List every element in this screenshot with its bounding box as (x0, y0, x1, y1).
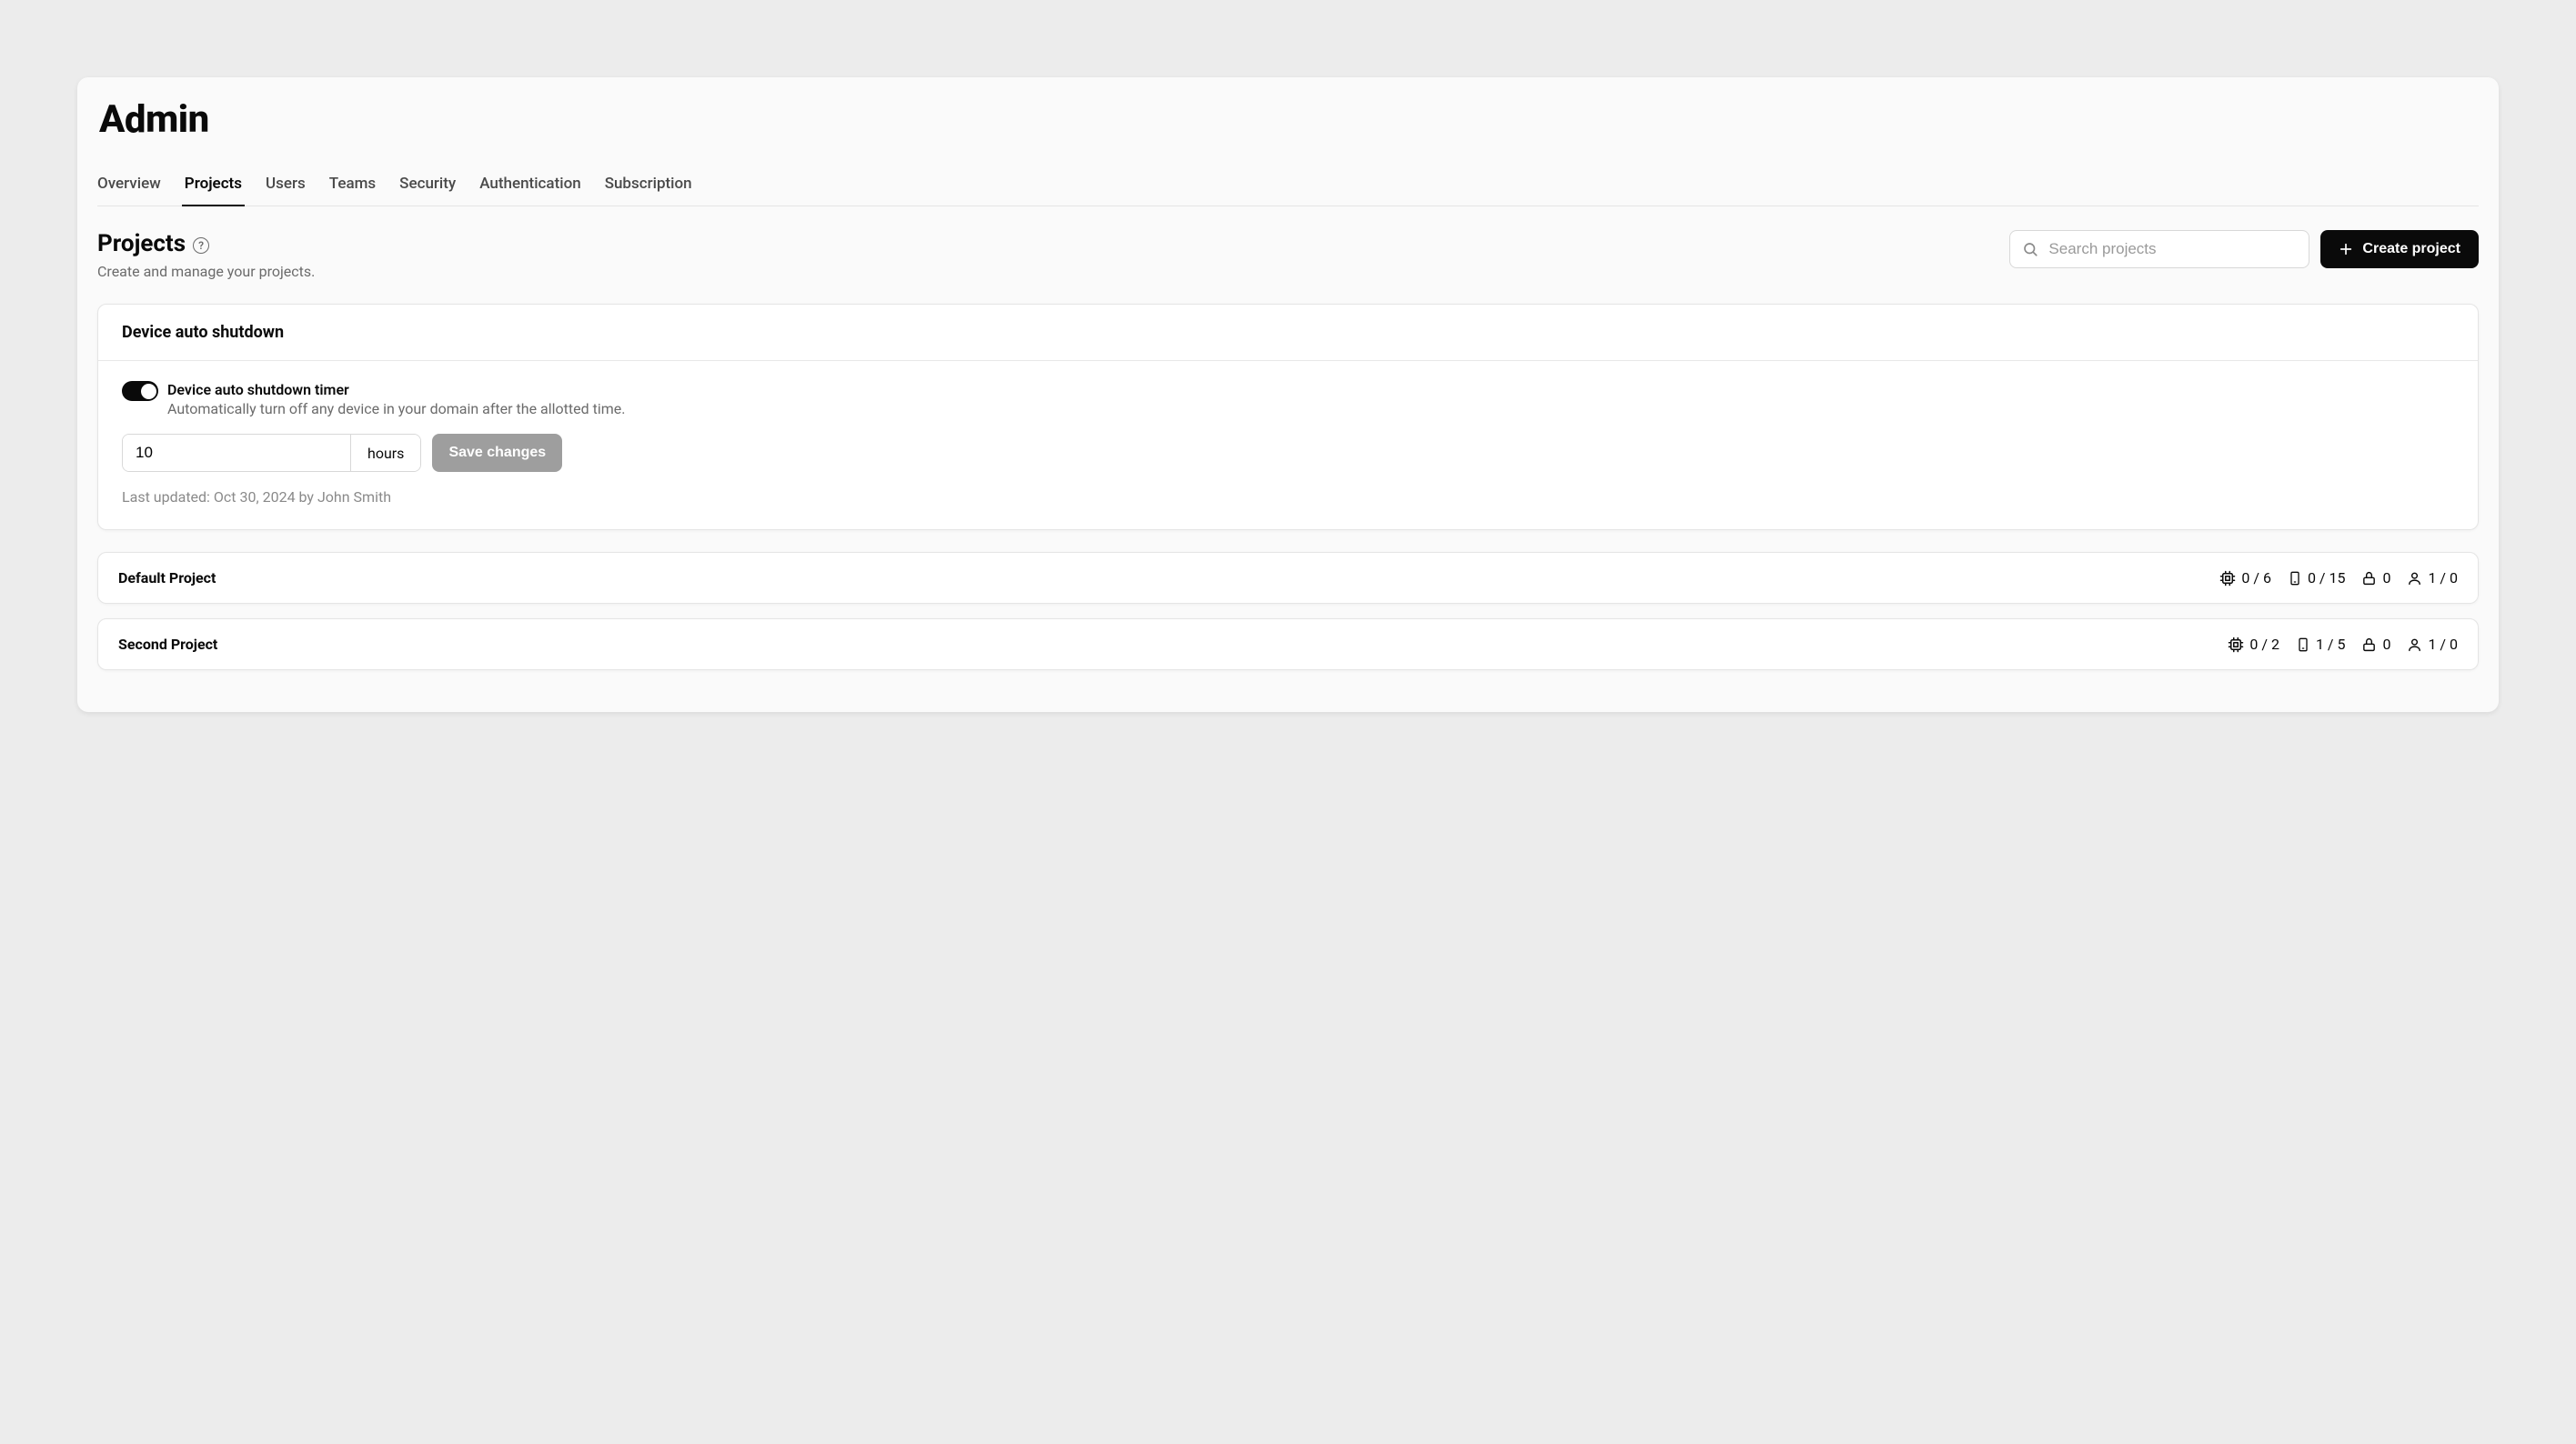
stat-cpu-value: 0 / 2 (2249, 636, 2279, 653)
cpu-icon (2228, 637, 2244, 653)
project-name: Default Project (118, 569, 216, 587)
toggle-label: Device auto shutdown timer (167, 381, 625, 398)
project-row[interactable]: Default Project 0 / 6 0 / 15 (97, 552, 2479, 604)
project-stats: 0 / 2 1 / 5 0 (2228, 636, 2458, 653)
stat-snapshots-value: 0 (2382, 636, 2390, 653)
section-header: Projects ? Create and manage your projec… (97, 230, 2479, 280)
input-row: hours Save changes (122, 434, 2454, 472)
section-title: Projects (97, 230, 186, 257)
user-icon (2407, 637, 2422, 653)
project-row[interactable]: Second Project 0 / 2 1 / 5 (97, 618, 2479, 670)
stat-users-value: 1 / 0 (2428, 569, 2458, 587)
stat-cpu: 0 / 2 (2228, 636, 2279, 653)
stat-cpu-value: 0 / 6 (2241, 569, 2271, 587)
tab-users[interactable]: Users (266, 167, 306, 206)
tab-overview[interactable]: Overview (97, 167, 161, 206)
shutdown-card-title: Device auto shutdown (98, 305, 2478, 361)
tab-teams[interactable]: Teams (329, 167, 376, 206)
stat-snapshots: 0 (2361, 569, 2390, 587)
stat-devices-value: 1 / 5 (2316, 636, 2346, 653)
search-input[interactable] (2009, 230, 2309, 268)
stat-users: 1 / 0 (2407, 636, 2458, 653)
lock-icon (2361, 570, 2377, 587)
stat-cpu: 0 / 6 (2219, 569, 2271, 587)
hours-input[interactable] (123, 435, 350, 471)
last-updated: Last updated: Oct 30, 2024 by John Smith (122, 488, 2454, 506)
shutdown-card-body: Device auto shutdown timer Automatically… (98, 361, 2478, 529)
stat-users: 1 / 0 (2407, 569, 2458, 587)
create-project-button[interactable]: Create project (2320, 230, 2479, 268)
shutdown-card: Device auto shutdown Device auto shutdow… (97, 304, 2479, 530)
toggle-row: Device auto shutdown timer Automatically… (122, 381, 2454, 417)
tab-security[interactable]: Security (399, 167, 456, 206)
stat-users-value: 1 / 0 (2428, 636, 2458, 653)
hours-suffix: hours (350, 435, 420, 471)
stat-snapshots: 0 (2361, 636, 2390, 653)
lock-icon (2361, 637, 2377, 653)
toggle-desc: Automatically turn off any device in you… (167, 400, 625, 417)
tab-authentication[interactable]: Authentication (479, 167, 580, 206)
plus-icon (2339, 242, 2353, 256)
help-icon[interactable]: ? (193, 237, 209, 254)
stat-devices-value: 0 / 15 (2308, 569, 2346, 587)
admin-panel: Admin Overview Projects Users Teams Secu… (77, 77, 2499, 712)
stat-devices: 1 / 5 (2296, 636, 2346, 653)
tabs: Overview Projects Users Teams Security A… (97, 167, 2479, 206)
page-title: Admin (97, 97, 2479, 142)
tab-subscription[interactable]: Subscription (605, 167, 692, 206)
section-heading: Projects ? Create and manage your projec… (97, 230, 315, 280)
project-name: Second Project (118, 636, 217, 653)
cpu-icon (2219, 570, 2236, 587)
stat-snapshots-value: 0 (2382, 569, 2390, 587)
user-icon (2407, 570, 2422, 587)
section-title-row: Projects ? (97, 230, 315, 257)
shutdown-toggle[interactable] (122, 381, 158, 401)
device-icon (2296, 637, 2310, 653)
project-stats: 0 / 6 0 / 15 0 (2219, 569, 2458, 587)
section-subtitle: Create and manage your projects. (97, 263, 315, 280)
toggle-text: Device auto shutdown timer Automatically… (167, 381, 625, 417)
search-wrap (2009, 230, 2309, 268)
stat-devices: 0 / 15 (2288, 569, 2346, 587)
section-actions: Create project (2009, 230, 2479, 268)
save-changes-button[interactable]: Save changes (432, 434, 562, 472)
tab-projects[interactable]: Projects (185, 167, 242, 206)
create-project-label: Create project (2362, 241, 2460, 257)
device-icon (2288, 570, 2302, 587)
hours-input-group: hours (122, 434, 421, 472)
